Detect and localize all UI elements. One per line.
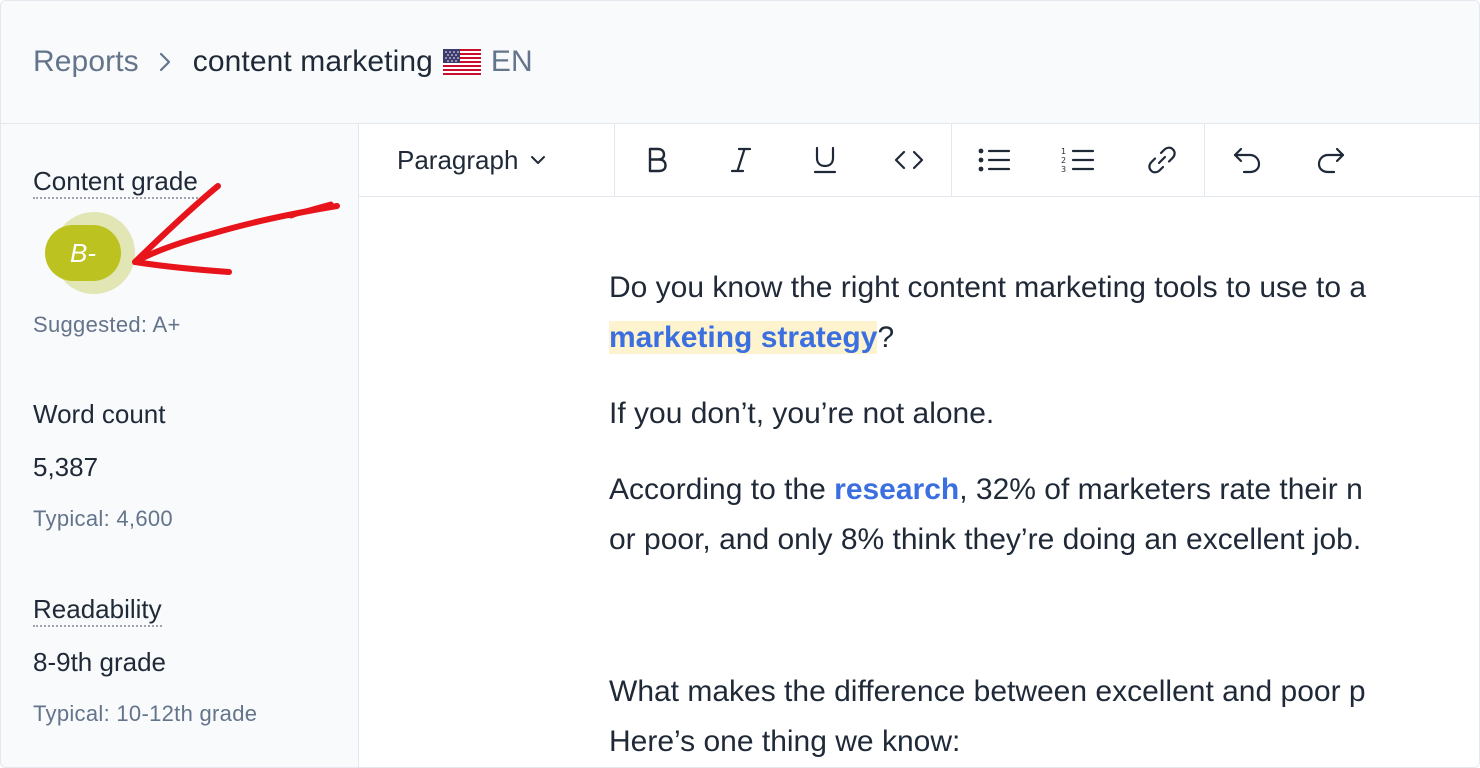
numbered-list-button[interactable]: 1 2 3 xyxy=(1036,124,1120,196)
code-icon xyxy=(894,150,924,170)
format-group xyxy=(615,124,952,196)
breadcrumb-current: content marketing xyxy=(192,45,433,78)
italic-button[interactable] xyxy=(699,124,783,196)
svg-text:3: 3 xyxy=(1061,165,1066,174)
readability-value: 8-9th grade xyxy=(33,647,166,677)
grade-badge: B- xyxy=(45,225,121,281)
breadcrumb: Reports content marketing EN xyxy=(1,1,1479,124)
code-button[interactable] xyxy=(867,124,951,196)
paragraph-3-line2: or poor, and only 8% think they’re doing… xyxy=(609,523,1362,556)
link-button[interactable] xyxy=(1120,124,1204,196)
word-count-label: Word count xyxy=(33,399,166,429)
numbered-list-icon: 1 2 3 xyxy=(1061,147,1095,174)
list-group: 1 2 3 xyxy=(952,124,1205,196)
bold-icon xyxy=(648,147,667,173)
app-window: Reports content marketing EN Content gra… xyxy=(0,0,1480,768)
link-icon xyxy=(1148,146,1176,174)
word-count-typical: Typical: 4,600 xyxy=(33,506,173,531)
document-body[interactable]: Do you know the right content marketing … xyxy=(609,263,1479,767)
underline-button[interactable] xyxy=(783,124,867,196)
suggested-grade: Suggested: A+ xyxy=(33,312,181,337)
paragraph-2: If you don’t, you’re not alone. xyxy=(609,397,995,430)
empty-paragraph xyxy=(609,591,1479,667)
svg-text:1: 1 xyxy=(1061,147,1066,156)
svg-text:2: 2 xyxy=(1061,156,1066,165)
paragraph-3-mid: , 32% of marketers rate their n xyxy=(959,473,1363,506)
paragraph-1: Do you know the right content marketing … xyxy=(609,263,1479,363)
paragraph-3: According to the research, 32% of market… xyxy=(609,465,1479,565)
redo-button[interactable] xyxy=(1289,124,1373,196)
undo-button[interactable] xyxy=(1205,124,1289,196)
chevron-right-icon xyxy=(157,50,173,74)
paragraph-4-line2: Here’s one thing we know: xyxy=(609,725,961,758)
bullet-list-icon xyxy=(978,148,1011,172)
marketing-strategy-link[interactable]: marketing strategy xyxy=(609,321,878,354)
underline-icon xyxy=(813,146,837,174)
redo-icon xyxy=(1317,147,1345,174)
bullet-list-button[interactable] xyxy=(952,124,1036,196)
metrics-sidebar: Content grade B- Suggested: A+ Word coun… xyxy=(1,124,359,767)
paragraph-3-text: According to the xyxy=(609,473,835,506)
editor-toolbar: Paragraph 1 2 3 xyxy=(359,124,1479,197)
bold-button[interactable] xyxy=(615,124,699,196)
content-grade-indicator: B- xyxy=(45,212,135,298)
block-type-label: Paragraph xyxy=(397,144,519,175)
paragraph-4-line1: What makes the difference between excell… xyxy=(609,675,1366,708)
italic-icon xyxy=(730,147,752,173)
block-type-dropdown[interactable]: Paragraph xyxy=(359,124,615,196)
chevron-down-icon xyxy=(530,154,546,166)
us-flag-icon xyxy=(442,49,481,75)
research-link[interactable]: research xyxy=(834,473,959,506)
paragraph-1-end: ? xyxy=(877,321,895,354)
history-group xyxy=(1205,124,1373,196)
word-count-value: 5,387 xyxy=(33,452,99,482)
readability-label[interactable]: Readability xyxy=(33,594,162,627)
readability-typical: Typical: 10-12th grade xyxy=(33,701,258,726)
paragraph-1-text: Do you know the right content marketing … xyxy=(609,271,1367,304)
editor-area[interactable]: Do you know the right content marketing … xyxy=(359,197,1479,767)
undo-icon xyxy=(1233,147,1261,174)
paragraph-4: What makes the difference between excell… xyxy=(609,667,1479,767)
breadcrumb-reports-link[interactable]: Reports xyxy=(33,45,139,79)
content-grade-label[interactable]: Content grade xyxy=(33,166,198,199)
language-label[interactable]: EN xyxy=(491,45,533,79)
